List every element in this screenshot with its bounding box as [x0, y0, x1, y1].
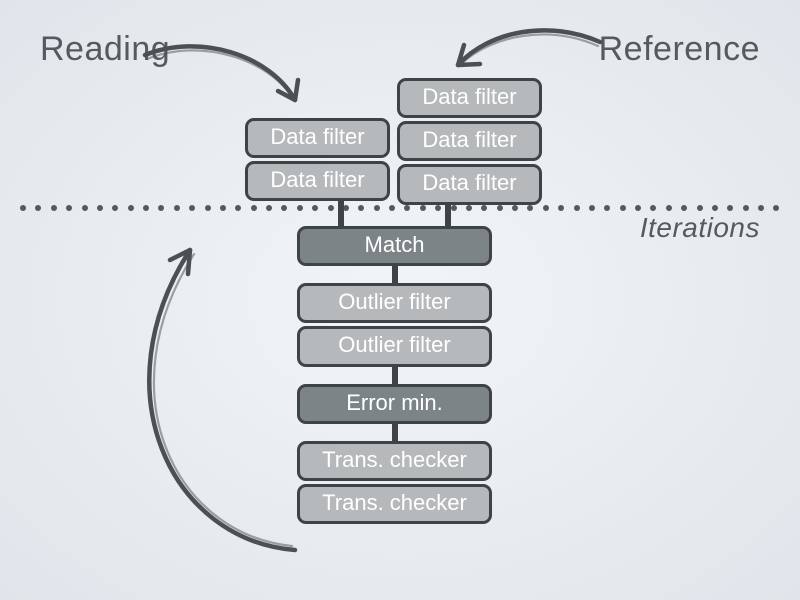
pipeline-node: Outlier filter	[297, 326, 492, 366]
main-pipeline-stack: Match Outlier filterOutlier filter Error m…	[297, 226, 492, 527]
pipeline-node: Outlier filter	[297, 283, 492, 323]
diagram-canvas: Reading Reference Iterations Data filter…	[0, 0, 800, 600]
reading-filter-node: Data filter	[245, 118, 390, 158]
reference-filter-node: Data filter	[397, 164, 542, 204]
pipeline-node: Error min.	[297, 384, 492, 424]
label-iterations: Iterations	[640, 212, 760, 244]
label-reference: Reference	[599, 30, 760, 69]
reading-filter-stack: Data filterData filter	[245, 118, 390, 204]
label-reading: Reading	[40, 30, 170, 69]
reading-filter-node: Data filter	[245, 161, 390, 201]
reference-filter-stack: Data filterData filterData filter	[397, 78, 542, 208]
pipeline-node: Match	[297, 226, 492, 266]
pipeline-node: Trans. checker	[297, 441, 492, 481]
pipeline-node: Trans. checker	[297, 484, 492, 524]
reference-filter-node: Data filter	[397, 78, 542, 118]
reference-filter-node: Data filter	[397, 121, 542, 161]
